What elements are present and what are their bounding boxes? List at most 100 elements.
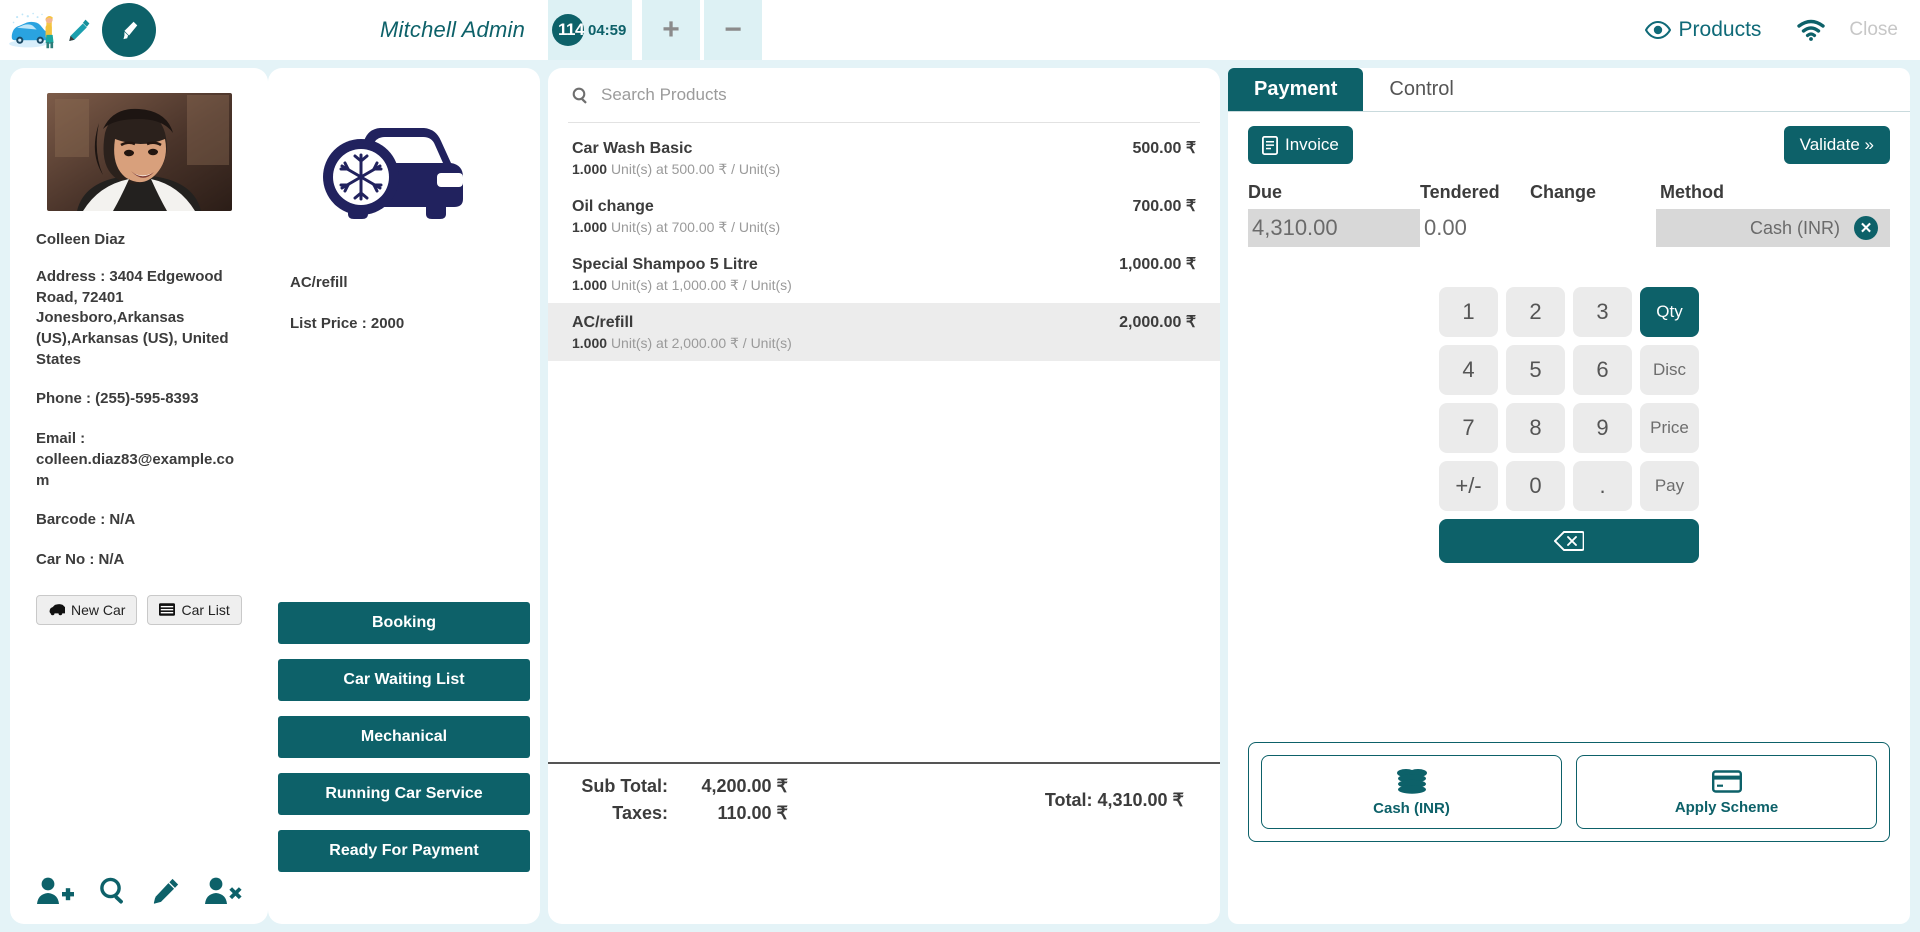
payment-panel: Payment Control Invoice Validate » Due T… (1228, 68, 1910, 924)
method-value: Cash (INR) (1749, 217, 1840, 238)
key-pay[interactable]: Pay (1640, 461, 1699, 511)
customer-barcode: Barcode : N/A (36, 511, 136, 529)
key-1[interactable]: 1 (1439, 287, 1498, 337)
new-car-button[interactable]: New Car (36, 594, 138, 625)
order-line[interactable]: Oil change 700.00 ₹ 1.000 Unit(s) at 700… (548, 187, 1220, 245)
key-5[interactable]: 5 (1506, 345, 1565, 395)
due-value: 4,310.00 (1248, 209, 1420, 247)
add-order-button[interactable]: + (640, 0, 700, 60)
products-toggle-button[interactable]: Products (1627, 18, 1780, 42)
key-4[interactable]: 4 (1439, 345, 1498, 395)
close-session-button[interactable]: Close (1843, 19, 1920, 41)
order-line-price: 1,000.00 ₹ (1119, 256, 1196, 273)
search-icon (572, 87, 587, 103)
customer-email: Email : colleen.diaz83@example.com (36, 430, 235, 489)
customer-car-no: Car No : N/A (36, 550, 125, 568)
order-timer: 04:59 (588, 21, 627, 39)
car-list-button[interactable]: Car List (147, 594, 242, 625)
order-line[interactable]: Special Shampoo 5 Litre 1,000.00 ₹ 1.000… (548, 245, 1220, 303)
app-header: Mitchell Admin 114 04:59 + − Products Cl… (0, 0, 1920, 60)
key-6[interactable]: 6 (1573, 345, 1632, 395)
key-2[interactable]: 2 (1506, 287, 1565, 337)
order-line-detail: 1.000 Unit(s) at 2,000.00 ₹ / Unit(s) (572, 335, 1196, 352)
key-9[interactable]: 9 (1573, 403, 1632, 453)
delete-payment-line-icon[interactable]: ✕ (1854, 216, 1878, 240)
key-plus-minus[interactable]: +/- (1439, 461, 1498, 511)
car-list-label: Car List (181, 601, 230, 618)
running-car-service-button[interactable]: Running Car Service (278, 773, 530, 815)
numeric-keypad: 1 2 3 Qty 4 5 6 Disc 7 8 9 Price +/- 0 .… (1439, 287, 1699, 563)
backspace-icon (1554, 531, 1584, 551)
validate-button[interactable]: Validate » (1783, 126, 1890, 164)
key-8[interactable]: 8 (1506, 403, 1565, 453)
car-waiting-list-button[interactable]: Car Waiting List (278, 659, 530, 701)
order-line-name: AC/refill (572, 314, 634, 331)
remove-order-button[interactable]: − (702, 0, 762, 60)
add-customer-icon[interactable] (36, 876, 74, 906)
invoice-button[interactable]: Invoice (1248, 126, 1353, 164)
key-3[interactable]: 3 (1573, 287, 1632, 337)
network-status-button[interactable] (1779, 19, 1843, 41)
key-decimal[interactable]: . (1573, 461, 1632, 511)
new-car-label: New Car (71, 601, 126, 618)
subtotal-value: 4,200.00 ₹ (701, 776, 788, 796)
order-line[interactable]: Car Wash Basic 500.00 ₹ 1.000 Unit(s) at… (548, 129, 1220, 187)
mechanical-button[interactable]: Mechanical (278, 716, 530, 758)
brush-icon-button[interactable] (102, 3, 156, 57)
list-icon (159, 603, 176, 616)
customer-car-actions: New Car Car List (36, 594, 242, 625)
payment-line-row: 4,310.00 0.00 Cash (INR) ✕ (1248, 209, 1890, 247)
booking-button[interactable]: Booking (278, 602, 530, 644)
due-header: Due (1248, 182, 1283, 202)
keypad-row: 1 2 3 Qty (1439, 287, 1699, 337)
key-qty[interactable]: Qty (1640, 287, 1699, 337)
key-price[interactable]: Price (1640, 403, 1699, 453)
document-icon (1262, 135, 1278, 155)
minus-icon: − (724, 13, 742, 46)
search-customer-icon[interactable] (98, 876, 128, 906)
remove-customer-icon[interactable] (204, 876, 242, 906)
change-header: Change (1530, 182, 1597, 202)
customer-avatar (46, 93, 232, 211)
products-label: Products (1678, 18, 1762, 41)
apply-scheme-button[interactable]: Apply Scheme (1576, 755, 1877, 829)
order-line-detail: 1.000 Unit(s) at 500.00 ₹ / Unit(s) (572, 161, 1196, 178)
order-line-unit-text: Unit(s) at 500.00 ₹ / Unit(s) (610, 161, 781, 177)
tab-payment[interactable]: Payment (1228, 68, 1364, 111)
customer-address: Address : 3404 Edgewood Road, 72401 Jone… (36, 268, 229, 368)
payment-method-cash-button[interactable]: Cash (INR) (1261, 755, 1562, 829)
taxes-label: Taxes: (612, 803, 668, 823)
wifi-icon (1797, 19, 1826, 41)
search-input[interactable] (601, 85, 1196, 105)
product-name: AC/refill (290, 274, 348, 291)
product-list-price: List Price : 2000 (290, 315, 405, 332)
customer-details: Colleen Diaz Address : 3404 Edgewood Roa… (10, 231, 268, 625)
header-right-group: Products Close (1627, 0, 1920, 60)
apply-scheme-label: Apply Scheme (1674, 798, 1779, 816)
order-session-indicator[interactable]: 114 04:59 (548, 0, 632, 60)
subtotal-label: Sub Total: (581, 776, 668, 796)
order-line-qty: 1.000 (572, 219, 608, 235)
order-total: Total: 4,310.00 ₹ (1044, 789, 1184, 810)
pos-application: Mitchell Admin 114 04:59 + − Products Cl… (0, 0, 1920, 932)
key-0[interactable]: 0 (1506, 461, 1565, 511)
key-disc[interactable]: Disc (1640, 345, 1699, 395)
invoice-label: Invoice (1285, 135, 1339, 154)
admin-user-name[interactable]: Mitchell Admin (380, 17, 525, 43)
plus-icon: + (662, 13, 680, 46)
car-ac-snowflake-icon (323, 128, 463, 219)
tab-control[interactable]: Control (1363, 68, 1479, 111)
ready-for-payment-button[interactable]: Ready For Payment (278, 830, 530, 872)
brand-logo-group[interactable] (0, 0, 156, 60)
order-line-price: 2,000.00 ₹ (1119, 314, 1196, 331)
order-line-qty: 1.000 (572, 161, 608, 177)
tendered-value[interactable]: 0.00 (1420, 209, 1532, 247)
edit-customer-icon[interactable] (152, 876, 180, 906)
key-7[interactable]: 7 (1439, 403, 1498, 453)
key-backspace[interactable] (1439, 519, 1699, 563)
keypad-row: 4 5 6 Disc (1439, 345, 1699, 395)
car-icon (49, 604, 65, 616)
order-number-text: 114 (558, 20, 584, 39)
order-line-qty: 1.000 (572, 335, 608, 351)
order-line-selected[interactable]: AC/refill 2,000.00 ₹ 1.000 Unit(s) at 2,… (548, 303, 1220, 361)
